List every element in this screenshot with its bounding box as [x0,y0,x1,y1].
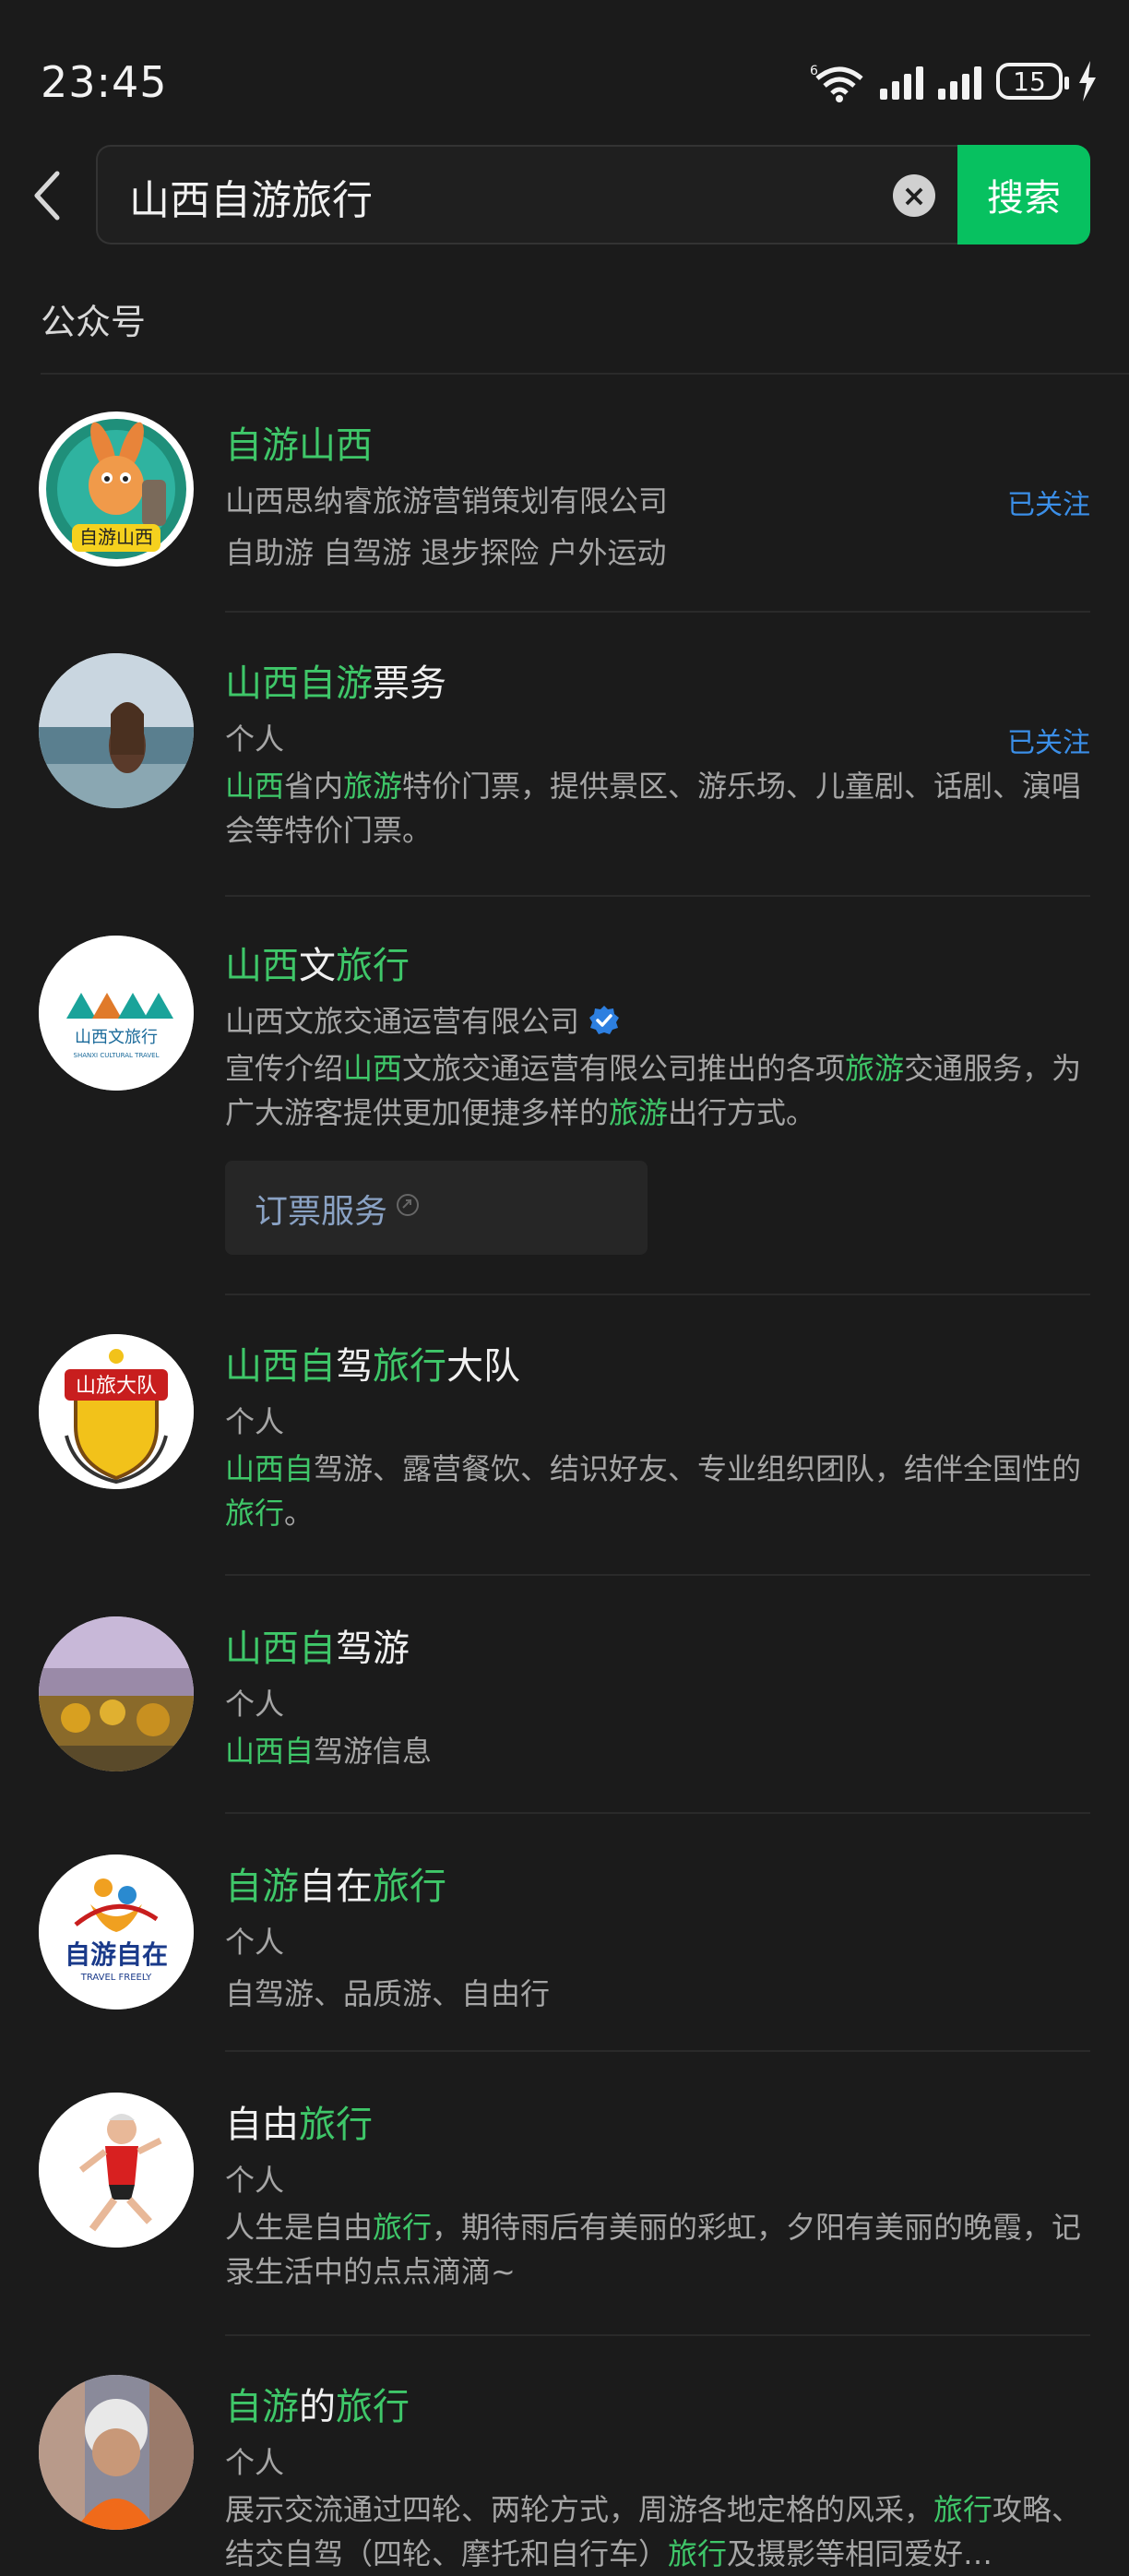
divider [225,1812,1090,1814]
account-desc: 宣传介绍山西文旅交通运营有限公司推出的各项旅游交通服务，为广大游客提供更加便捷多… [225,1051,1082,1130]
account-desc: 山西自驾游、露营餐饮、结识好友、专业组织团队，结伴全国性的旅行。 [225,1451,1082,1531]
svg-text:自游山西: 自游山西 [79,526,153,548]
service-button[interactable]: 订票服务 [225,1161,648,1255]
followed-label: 已关注 [1007,489,1090,521]
account-desc: 人生是自由旅行，期待雨后有美丽的彩虹，夕阳有美丽的晚霞，记录生活中的点点滴滴~ [225,2210,1082,2289]
svg-text:SHANXI CULTURAL TRAVEL: SHANXI CULTURAL TRAVEL [74,1052,160,1059]
account-owner: 山西文旅交通运营有限公司 [225,998,620,1041]
svg-text:山西文旅行: 山西文旅行 [75,1028,158,1047]
account-owner: 个人 [225,2445,285,2480]
svg-text:TRAVEL FREELY: TRAVEL FREELY [80,1973,152,1983]
signal-icon-1 [880,63,923,100]
divider [225,1294,1090,1295]
avatar: 自游山西 [39,411,194,566]
divider [225,611,1090,613]
status-bar: 23:45 6 15 [0,0,1129,138]
account-name: 山西文旅行 [225,945,410,987]
account-desc: 展示交流通过四轮、两轮方式，周游各地定格的风采，旅行攻略、结交自驾（四轮、摩托和… [225,2492,1082,2571]
search-button[interactable]: 搜索 [957,145,1090,244]
account-desc: 山西省内旅游特价门票，提供景区、游乐场、儿童剧、话剧、演唱会等特价门票。 [225,769,1082,848]
divider [225,895,1090,897]
account-name: 自游自在旅行 [225,1866,446,1908]
section-title: 公众号 [41,302,147,342]
account-name: 自游的旅行 [225,2386,410,2428]
account-name: 自由旅行 [225,2104,373,2146]
account-name: 山西自游票务 [225,662,446,705]
divider [41,373,1129,375]
divider [225,2334,1090,2336]
clock: 23:45 [41,57,168,107]
followed-label: 已关注 [1007,727,1090,759]
account-desc: 自助游 自驾游 退步探险 户外运动 [225,535,667,570]
svg-text:自游自在: 自游自在 [65,1939,168,1970]
avatar [39,1616,194,1771]
account-owner: 个人 [225,1925,285,1960]
avatar [39,2375,194,2530]
svg-text:山旅大队: 山旅大队 [76,1375,157,1398]
avatar [39,653,194,808]
divider [225,1574,1090,1576]
avatar: 山西文旅行 SHANXI CULTURAL TRAVEL [39,936,194,1091]
back-arrow-icon[interactable] [28,166,68,225]
service-label: 订票服务 [255,1193,388,1231]
link-icon [397,1194,419,1216]
clear-icon[interactable]: × [893,174,935,217]
wifi-icon: 6 [810,64,863,102]
search-input[interactable]: 山西自游旅行 × [96,145,961,244]
battery-icon: 15 [996,63,1069,100]
search-query: 山西自游旅行 [129,177,373,224]
account-name: 自游山西 [225,424,373,467]
charging-icon [1079,61,1096,101]
verified-icon [589,1006,620,1034]
avatar: 山旅大队 [39,1334,194,1489]
account-owner: 个人 [225,1687,285,1722]
signal-icon-2 [938,63,981,100]
divider [225,2050,1090,2052]
account-owner: 个人 [225,2163,285,2198]
account-desc: 自驾游、品质游、自由行 [225,1976,551,2011]
avatar: 自游自在 TRAVEL FREELY [39,1854,194,2010]
account-name: 山西自驾游 [225,1628,410,1670]
account-owner: 山西思纳睿旅游营销策划有限公司 [225,483,669,519]
account-desc: 山西自驾游信息 [225,1734,433,1769]
account-name: 山西自驾旅行大队 [225,1345,520,1388]
account-owner: 个人 [225,1404,285,1439]
avatar [39,2093,194,2248]
account-owner: 个人 [225,722,285,757]
